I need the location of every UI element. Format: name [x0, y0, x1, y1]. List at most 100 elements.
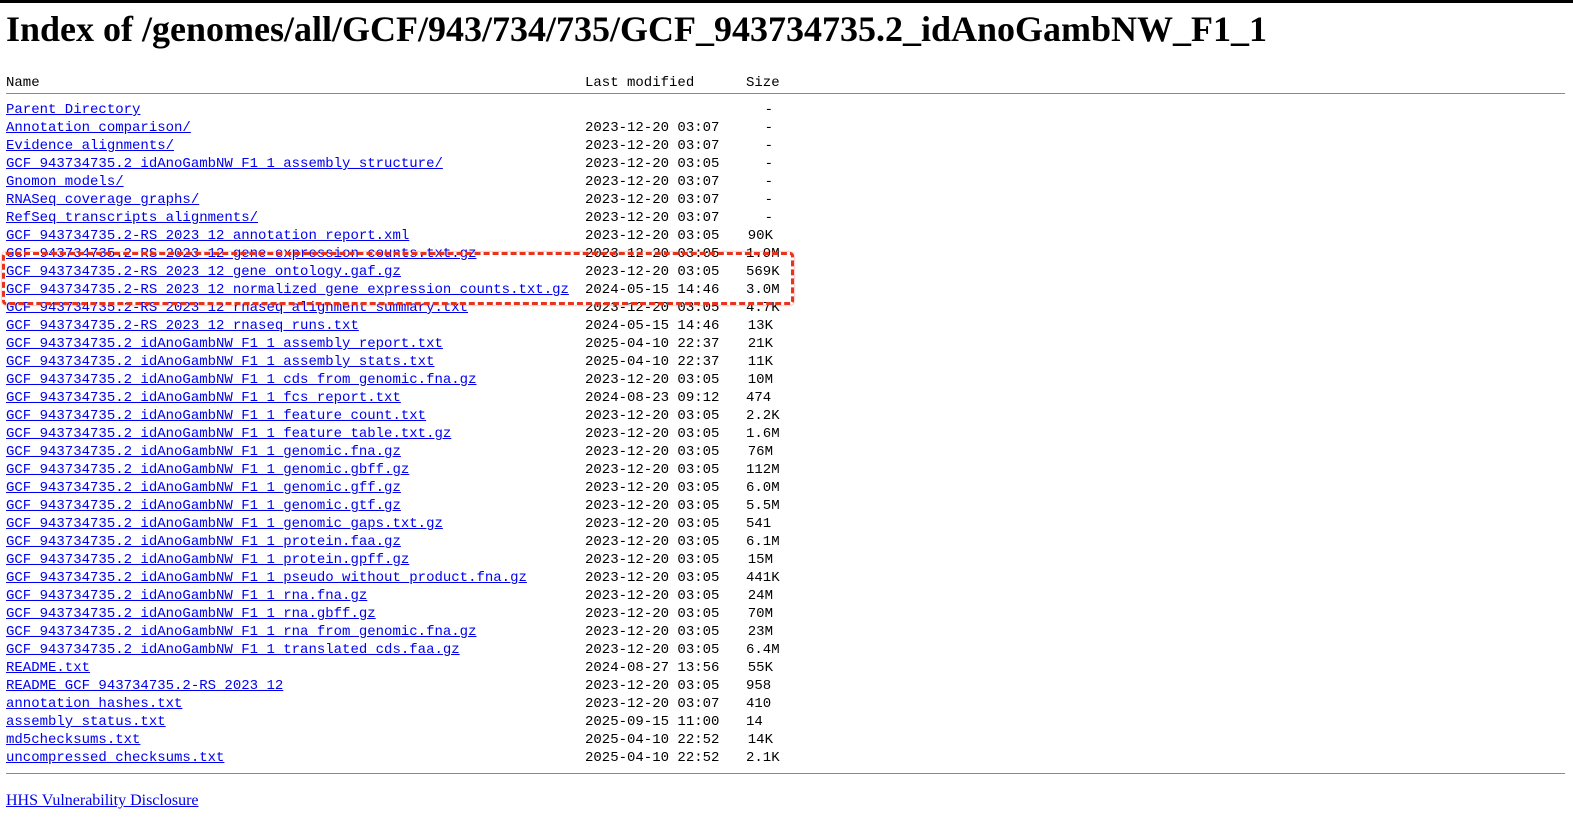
- file-link[interactable]: GCF_943734735.2_idAnoGambNW_F1_1_genomic…: [6, 516, 443, 532]
- size-cell: 90K: [747, 228, 773, 244]
- header-divider: [6, 93, 1565, 94]
- file-link[interactable]: GCF_943734735.2_idAnoGambNW_F1_1_pseudo_…: [6, 570, 527, 586]
- file-link[interactable]: GCF_943734735.2_idAnoGambNW_F1_1_assembl…: [6, 156, 443, 172]
- file-link[interactable]: GCF_943734735.2_idAnoGambNW_F1_1_assembl…: [6, 336, 443, 352]
- table-row: Gnomon_models/2023-12-20 03:07 -: [6, 173, 1566, 191]
- size-cell: 76M: [747, 444, 773, 460]
- size-cell: -: [764, 192, 773, 208]
- last-modified-cell: 2024-08-27 13:56: [585, 660, 720, 676]
- file-link[interactable]: README_GCF_943734735.2-RS_2023_12: [6, 678, 283, 694]
- size-cell: 14: [746, 714, 763, 730]
- file-link[interactable]: GCF_943734735.2_idAnoGambNW_F1_1_feature…: [6, 426, 451, 442]
- size-cell: -: [764, 210, 773, 226]
- column-header-last-modified[interactable]: Last modified: [585, 73, 694, 93]
- table-row: Parent Directory -: [6, 101, 1566, 119]
- last-modified-cell: 2023-12-20 03:05: [585, 228, 720, 244]
- table-row: GCF_943734735.2_idAnoGambNW_F1_1_feature…: [6, 407, 1566, 425]
- table-row: README_GCF_943734735.2-RS_2023_12 2023-12…: [6, 677, 1566, 695]
- file-link[interactable]: GCF_943734735.2_idAnoGambNW_F1_1_protein…: [6, 534, 401, 550]
- file-link[interactable]: md5checksums.txt: [6, 732, 140, 748]
- parent-directory-link[interactable]: Parent Directory: [6, 102, 140, 118]
- size-cell: 6.4M: [746, 642, 780, 658]
- file-link[interactable]: GCF_943734735.2-RS_2023_12_gene_expressi…: [6, 246, 476, 262]
- size-cell: 11K: [747, 354, 773, 370]
- file-link[interactable]: GCF_943734735.2_idAnoGambNW_F1_1_rna_fro…: [6, 624, 476, 640]
- file-link[interactable]: GCF_943734735.2_idAnoGambNW_F1_1_feature…: [6, 408, 426, 424]
- last-modified-cell: 2023-12-20 03:07: [585, 210, 720, 226]
- column-header-size[interactable]: Size: [746, 73, 780, 93]
- size-cell: 2.1K: [746, 750, 780, 766]
- last-modified-cell: 2023-12-20 03:05: [585, 156, 720, 172]
- file-link[interactable]: GCF_943734735.2_idAnoGambNW_F1_1_fcs_rep…: [6, 390, 401, 406]
- listing-header: Name Last modified Size: [6, 73, 1566, 93]
- table-row: GCF_943734735.2_idAnoGambNW_F1_1_protein…: [6, 551, 1566, 569]
- last-modified-cell: 2024-08-23 09:12: [585, 390, 720, 406]
- table-row: GCF_943734735.2_idAnoGambNW_F1_1_genomic…: [6, 515, 1566, 533]
- last-modified-cell: 2023-12-20 03:05: [585, 408, 720, 424]
- file-link[interactable]: GCF_943734735.2-RS_2023_12_gene_ontology…: [6, 264, 401, 280]
- file-link[interactable]: assembly_status.txt: [6, 714, 166, 730]
- last-modified-cell: 2023-12-20 03:05: [585, 498, 720, 514]
- size-cell: 23M: [747, 624, 773, 640]
- file-link[interactable]: GCF_943734735.2-RS_2023_12_rnaseq_runs.t…: [6, 318, 359, 334]
- size-cell: 410: [746, 696, 772, 712]
- size-cell: -: [764, 156, 773, 172]
- size-cell: 24M: [747, 588, 773, 604]
- file-link[interactable]: RefSeq_transcripts_alignments/: [6, 210, 258, 226]
- file-link[interactable]: GCF_943734735.2_idAnoGambNW_F1_1_genomic…: [6, 498, 401, 514]
- last-modified-cell: 2025-04-10 22:52: [585, 750, 720, 766]
- file-link[interactable]: GCF_943734735.2_idAnoGambNW_F1_1_genomic…: [6, 480, 401, 496]
- file-link[interactable]: GCF_943734735.2-RS_2023_12_rnaseq_alignm…: [6, 300, 468, 316]
- size-cell: 4.7K: [746, 300, 780, 316]
- size-cell: 70M: [747, 606, 773, 622]
- size-cell: 541: [746, 516, 772, 532]
- last-modified-cell: 2025-04-10 22:52: [585, 732, 720, 748]
- table-row: GCF_943734735.2_idAnoGambNW_F1_1_rna.fna…: [6, 587, 1566, 605]
- column-header-name[interactable]: Name: [6, 73, 40, 93]
- last-modified-cell: 2023-12-20 03:05: [585, 570, 720, 586]
- table-row: GCF_943734735.2_idAnoGambNW_F1_1_rna_fro…: [6, 623, 1566, 641]
- file-link[interactable]: RNASeq_coverage_graphs/: [6, 192, 199, 208]
- file-link[interactable]: GCF_943734735.2_idAnoGambNW_F1_1_transla…: [6, 642, 460, 658]
- hhs-vulnerability-disclosure-link[interactable]: HHS Vulnerability Disclosure: [6, 792, 199, 809]
- file-link[interactable]: Gnomon_models/: [6, 174, 124, 190]
- file-link[interactable]: GCF_943734735.2-RS_2023_12_annotation_re…: [6, 228, 409, 244]
- footer-divider: [6, 773, 1565, 774]
- size-cell: 5.5M: [746, 498, 780, 514]
- table-row: GCF_943734735.2_idAnoGambNW_F1_1_transla…: [6, 641, 1566, 659]
- file-link[interactable]: Evidence_alignments/: [6, 138, 174, 154]
- table-row: uncompressed_checksums.txt 2025-04-10 22:…: [6, 749, 1566, 767]
- file-link[interactable]: Annotation_comparison/: [6, 120, 191, 136]
- table-row: Annotation_comparison/2023-12-20 03:07 -: [6, 119, 1566, 137]
- table-row: GCF_943734735.2-RS_2023_12_rnaseq_runs.t…: [6, 317, 1566, 335]
- file-link[interactable]: annotation_hashes.txt: [6, 696, 182, 712]
- last-modified-cell: 2023-12-20 03:05: [585, 678, 720, 694]
- last-modified-cell: 2023-12-20 03:07: [585, 120, 720, 136]
- file-link[interactable]: GCF_943734735.2_idAnoGambNW_F1_1_genomic…: [6, 444, 401, 460]
- file-link[interactable]: GCF_943734735.2_idAnoGambNW_F1_1_genomic…: [6, 462, 409, 478]
- last-modified-cell: 2023-12-20 03:05: [585, 246, 720, 262]
- file-link[interactable]: GCF_943734735.2_idAnoGambNW_F1_1_assembl…: [6, 354, 434, 370]
- last-modified-cell: 2023-12-20 03:05: [585, 264, 720, 280]
- last-modified-cell: 2023-12-20 03:07: [585, 696, 720, 712]
- file-link[interactable]: GCF_943734735.2_idAnoGambNW_F1_1_rna.fna…: [6, 588, 367, 604]
- file-link[interactable]: README.txt: [6, 660, 90, 676]
- file-link[interactable]: GCF_943734735.2_idAnoGambNW_F1_1_rna.gbf…: [6, 606, 376, 622]
- size-cell: 569K: [746, 264, 780, 280]
- last-modified-cell: 2023-12-20 03:05: [585, 642, 720, 658]
- last-modified-cell: 2023-12-20 03:05: [585, 606, 720, 622]
- file-link[interactable]: GCF_943734735.2_idAnoGambNW_F1_1_cds_fro…: [6, 372, 476, 388]
- table-row: md5checksums.txt 2025-04-10 22:52 14K: [6, 731, 1566, 749]
- table-row: GCF_943734735.2_idAnoGambNW_F1_1_fcs_rep…: [6, 389, 1566, 407]
- file-link[interactable]: GCF_943734735.2-RS_2023_12_normalized_ge…: [6, 282, 569, 298]
- file-link[interactable]: uncompressed_checksums.txt: [6, 750, 224, 766]
- last-modified-cell: 2024-05-15 14:46: [585, 318, 720, 334]
- size-cell: 958: [746, 678, 772, 694]
- last-modified-cell: 2023-12-20 03:07: [585, 138, 720, 154]
- file-link[interactable]: GCF_943734735.2_idAnoGambNW_F1_1_protein…: [6, 552, 409, 568]
- size-cell: 474: [746, 390, 772, 406]
- table-row: RefSeq_transcripts_alignments/2023-12-20…: [6, 209, 1566, 227]
- last-modified-cell: 2023-12-20 03:05: [585, 372, 720, 388]
- size-cell: 6.1M: [746, 534, 780, 550]
- last-modified-cell: 2023-12-20 03:05: [585, 444, 720, 460]
